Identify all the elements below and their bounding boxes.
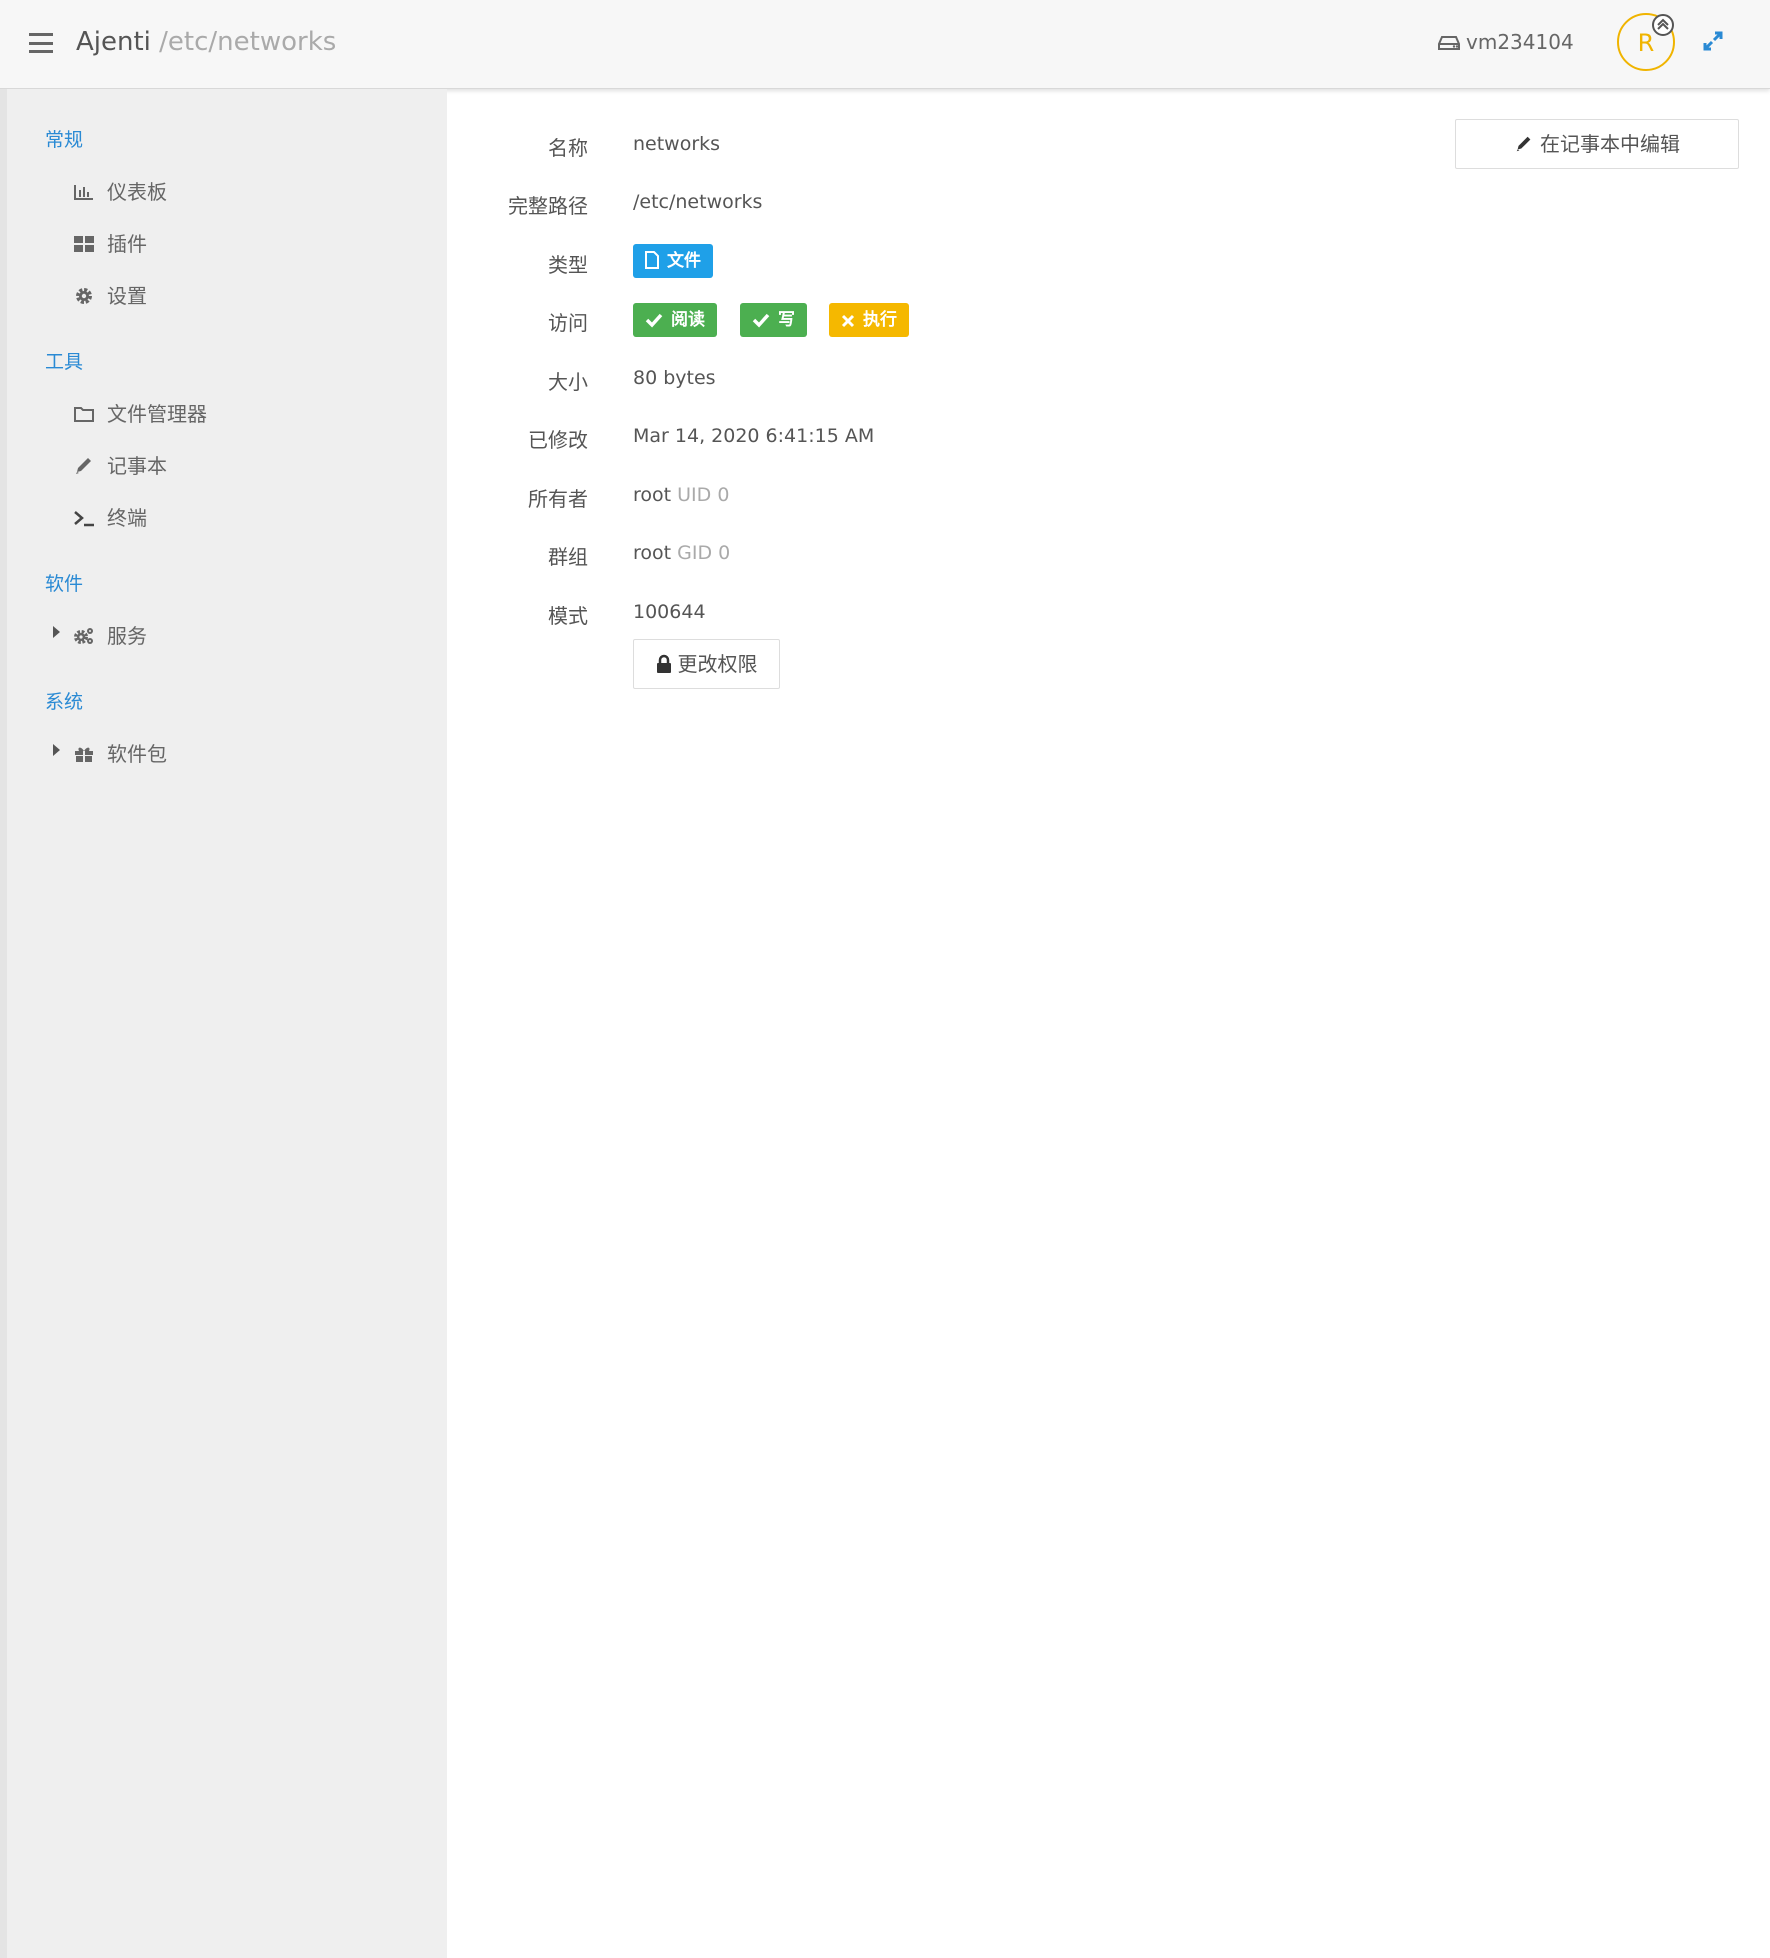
sidebar-item-label: 仪表板 <box>107 180 167 204</box>
sidebar-item-file-manager[interactable]: 文件管理器 <box>73 398 207 427</box>
write-badge-label: 写 <box>778 310 795 330</box>
sidebar-item-settings[interactable]: 设置 <box>73 280 147 309</box>
edit-in-notepad-button[interactable]: 在记事本中编辑 <box>1455 119 1739 169</box>
group-label: 群组 <box>548 545 588 569</box>
pencil-icon <box>76 458 91 474</box>
sidebar-item-dashboard[interactable]: 仪表板 <box>73 176 167 205</box>
full-path-value: /etc/networks <box>633 191 763 213</box>
name-label: 名称 <box>548 136 588 160</box>
owner-value: root UID 0 <box>633 484 729 506</box>
caret-right-icon[interactable] <box>53 744 60 756</box>
folder-icon <box>74 407 94 422</box>
read-badge-label: 阅读 <box>671 310 705 330</box>
breadcrumb-path: /etc/networks <box>159 27 337 57</box>
change-permissions-button[interactable]: 更改权限 <box>633 639 780 689</box>
write-badge: 写 <box>740 303 807 337</box>
sidebar-section-software: 软件 <box>45 573 84 595</box>
sidebar-item-label: 插件 <box>107 232 147 256</box>
sidebar-item-notepad[interactable]: 记事本 <box>73 450 167 479</box>
full-path-label: 完整路径 <box>508 194 588 218</box>
size-label: 大小 <box>548 370 588 394</box>
sidebar-item-label: 文件管理器 <box>107 402 207 426</box>
modified-value: Mar 14, 2020 6:41:15 AM <box>633 425 875 447</box>
check-icon <box>752 313 770 328</box>
sidebar-item-packages[interactable]: 软件包 <box>73 738 167 767</box>
edit-button-label: 在记事本中编辑 <box>1540 132 1680 156</box>
gear-icon <box>76 288 92 304</box>
owner-label: 所有者 <box>528 487 588 511</box>
sidebar-item-label: 设置 <box>107 284 147 308</box>
group-gid: GID 0 <box>677 542 731 564</box>
top-bar: Ajenti /etc/networks vm234104 R <box>0 0 1770 89</box>
type-badge: 文件 <box>633 244 713 278</box>
name-value: networks <box>633 133 721 155</box>
sidebar-item-plugins[interactable]: 插件 <box>73 228 147 257</box>
hard-drive-icon <box>1438 36 1460 50</box>
group-name: root <box>633 542 672 564</box>
group-value: root GID 0 <box>633 542 730 564</box>
pencil-icon <box>1516 136 1531 152</box>
mode-value: 100644 <box>633 601 706 623</box>
terminal-icon <box>74 511 94 527</box>
owner-uid: UID 0 <box>677 484 730 506</box>
sidebar-item-label: 服务 <box>107 624 147 648</box>
sidebar-section-system: 系统 <box>45 691 84 713</box>
sidebar-item-label: 软件包 <box>107 742 167 766</box>
page-title: Ajenti /etc/networks <box>76 27 336 57</box>
app-name: Ajenti <box>76 27 151 57</box>
read-badge: 阅读 <box>633 303 717 337</box>
caret-right-icon[interactable] <box>53 626 60 638</box>
size-value: 80 bytes <box>633 367 716 389</box>
sidebar-section-general: 常规 <box>45 129 84 151</box>
execute-badge: 执行 <box>829 303 909 337</box>
gift-icon <box>75 747 93 762</box>
execute-badge-label: 执行 <box>863 310 897 330</box>
type-badge-label: 文件 <box>667 251 701 271</box>
mode-label: 模式 <box>548 604 588 628</box>
sidebar-edge <box>0 89 7 1958</box>
chevron-up-icon <box>1652 14 1674 36</box>
sidebar-section-tools: 工具 <box>45 351 84 373</box>
sidebar-item-label: 终端 <box>107 506 147 530</box>
change-permissions-label: 更改权限 <box>677 652 758 676</box>
type-label: 类型 <box>548 253 588 277</box>
sidebar-item-label: 记事本 <box>107 454 167 478</box>
grid-icon <box>74 236 94 252</box>
file-icon <box>645 251 659 269</box>
lock-icon <box>656 654 671 673</box>
close-icon <box>841 314 855 328</box>
gears-icon <box>74 628 93 644</box>
check-icon <box>645 313 663 328</box>
expand-icon[interactable] <box>1702 30 1724 52</box>
host-name: vm234104 <box>1466 30 1574 54</box>
sidebar-item-terminal[interactable]: 终端 <box>73 502 147 531</box>
modified-label: 已修改 <box>528 428 588 452</box>
bar-chart-icon <box>74 185 93 200</box>
sidebar-item-services[interactable]: 服务 <box>73 620 147 649</box>
access-label: 访问 <box>548 311 588 335</box>
menu-icon[interactable] <box>29 33 53 53</box>
owner-name: root <box>633 484 672 506</box>
host-indicator: vm234104 <box>1438 30 1574 54</box>
